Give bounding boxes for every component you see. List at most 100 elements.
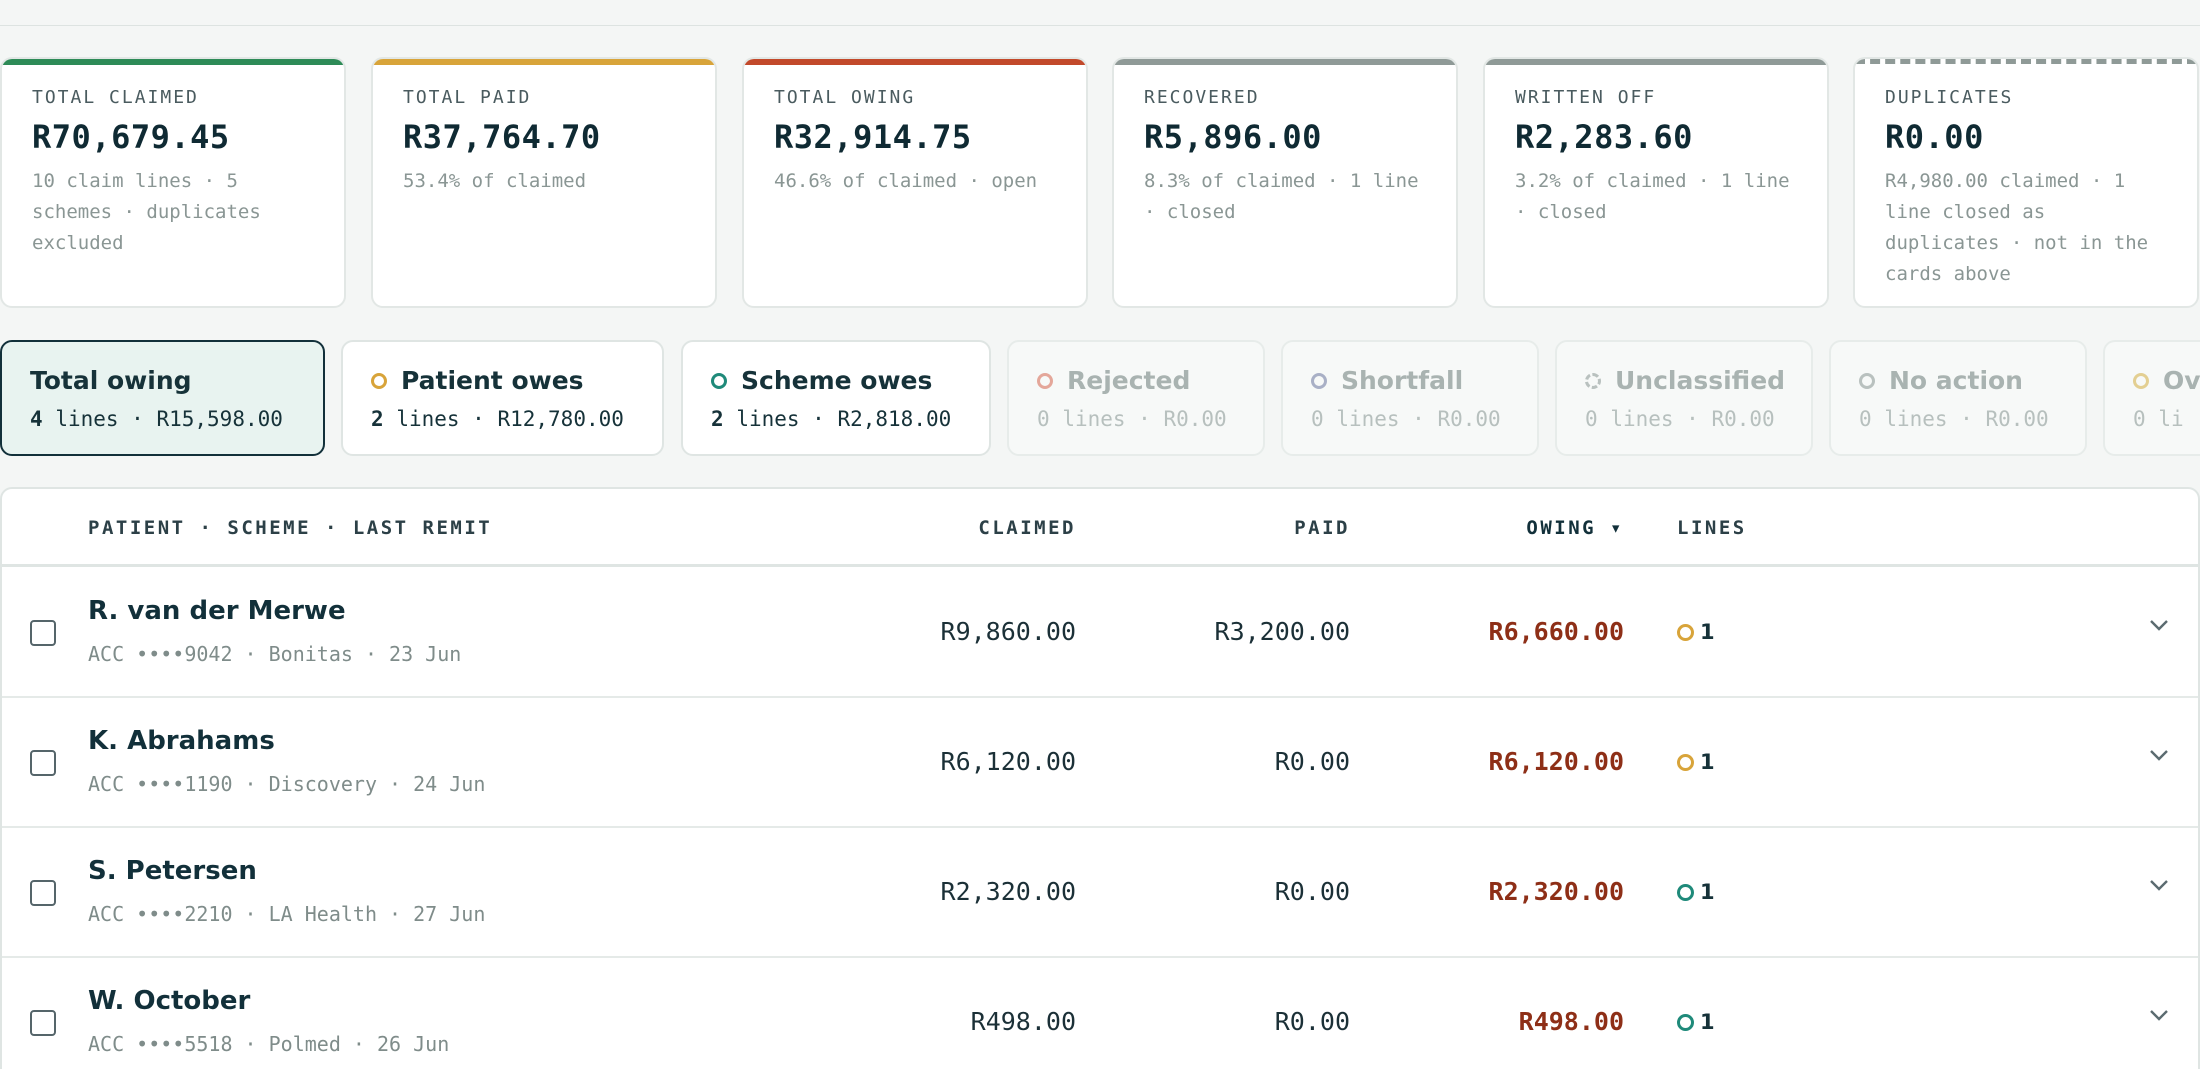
header-patient[interactable]: PATIENT · SCHEME · LAST REMIT bbox=[88, 517, 492, 539]
tab-unit: li bbox=[2158, 407, 2184, 431]
tab-title: Total owing bbox=[30, 366, 295, 395]
card-accent-bar bbox=[373, 59, 715, 65]
header-owing-sorted[interactable]: OWING ▾ bbox=[1424, 517, 1624, 539]
lines-count: 1 bbox=[1677, 880, 1715, 904]
card-subtext: 53.4% of claimed bbox=[403, 170, 587, 192]
lines-value: 1 bbox=[1700, 1010, 1715, 1034]
tab-title-text: Patient owes bbox=[401, 366, 584, 395]
tab-title: Patient owes bbox=[371, 366, 634, 395]
card-label: WRITTEN OFF bbox=[1515, 87, 1657, 108]
patient-meta: ACC ••••5518 · Polmed · 26 Jun bbox=[88, 1032, 450, 1056]
tab-summary: 0 lines · R0.00 bbox=[1859, 407, 2049, 431]
row-checkbox[interactable] bbox=[30, 750, 56, 776]
tab-title: Scheme owes bbox=[711, 366, 961, 395]
patient-meta: ACC ••••1190 · Discovery · 24 Jun bbox=[88, 772, 486, 796]
status-dot-icon bbox=[1677, 753, 1694, 771]
patient-meta: ACC ••••2210 · LA Health · 27 Jun bbox=[88, 902, 486, 926]
tab-count: 0 bbox=[2133, 407, 2146, 431]
table-header: PATIENT · SCHEME · LAST REMIT CLAIMED PA… bbox=[2, 489, 2198, 567]
tab-amount: R12,780.00 bbox=[497, 407, 624, 431]
tab-count: 2 bbox=[371, 407, 384, 431]
owing-amount: R6,120.00 bbox=[1488, 747, 1624, 776]
claimed-amount: R6,120.00 bbox=[940, 747, 1076, 776]
header-lines[interactable]: LINES bbox=[1677, 517, 1747, 539]
tab-total-owing[interactable]: Total owing 4 lines · R15,598.00 bbox=[0, 340, 325, 456]
table-row[interactable]: S. Petersen ACC ••••2210 · LA Health · 2… bbox=[2, 828, 2198, 958]
tab-summary: 0 lines · R0.00 bbox=[1037, 407, 1227, 431]
header-claimed[interactable]: CLAIMED bbox=[876, 517, 1076, 539]
tab-unit: lines bbox=[736, 407, 800, 431]
card-label: TOTAL CLAIMED bbox=[32, 87, 199, 108]
chevron-down-icon[interactable] bbox=[2148, 744, 2170, 766]
tab-count: 0 bbox=[1859, 407, 1872, 431]
row-checkbox[interactable] bbox=[30, 1010, 56, 1036]
tab-count: 0 bbox=[1585, 407, 1598, 431]
card-total-owing: TOTAL OWING R32,914.75 46.6% of claimed … bbox=[742, 57, 1088, 308]
tab-rejected[interactable]: Rejected 0 lines · R0.00 bbox=[1007, 340, 1265, 456]
chevron-down-icon[interactable] bbox=[2148, 614, 2170, 636]
tab-title: Unclassified bbox=[1585, 366, 1786, 395]
chevron-down-icon[interactable] bbox=[2148, 874, 2170, 896]
card-accent-bar bbox=[744, 59, 1086, 65]
tab-summary: 2 lines · R2,818.00 bbox=[711, 407, 952, 431]
tab-scheme-owes[interactable]: Scheme owes 2 lines · R2,818.00 bbox=[681, 340, 991, 456]
lines-count: 1 bbox=[1677, 620, 1715, 644]
lines-value: 1 bbox=[1700, 620, 1715, 644]
card-duplicates: DUPLICATES R0.00 R4,980.00 claimed · 1 l… bbox=[1853, 57, 2199, 308]
tab-unclassified[interactable]: Unclassified 0 lines · R0.00 bbox=[1555, 340, 1813, 456]
lines-count: 1 bbox=[1677, 1010, 1715, 1034]
chevron-down-icon[interactable] bbox=[2148, 1004, 2170, 1026]
tab-count: 0 bbox=[1037, 407, 1050, 431]
row-checkbox[interactable] bbox=[30, 880, 56, 906]
tab-title-text: Total owing bbox=[30, 366, 192, 395]
table-row[interactable]: R. van der Merwe ACC ••••9042 · Bonitas … bbox=[2, 568, 2198, 698]
table-row[interactable]: K. Abrahams ACC ••••1190 · Discovery · 2… bbox=[2, 698, 2198, 828]
tab-summary: 2 lines · R12,780.00 bbox=[371, 407, 624, 431]
tab-count: 0 bbox=[1311, 407, 1324, 431]
claimed-amount: R498.00 bbox=[970, 1007, 1076, 1036]
tab-overflow[interactable]: Ov 0 li bbox=[2103, 340, 2200, 456]
card-accent-bar bbox=[2, 59, 344, 65]
lines-value: 1 bbox=[1700, 880, 1715, 904]
status-dot-icon bbox=[1859, 372, 1875, 389]
card-total-claimed: TOTAL CLAIMED R70,679.45 10 claim lines … bbox=[0, 57, 346, 308]
status-dot-icon bbox=[1677, 1013, 1694, 1031]
patient-name: K. Abrahams bbox=[88, 726, 275, 756]
summary-cards: TOTAL CLAIMED R70,679.45 10 claim lines … bbox=[0, 57, 2200, 308]
tab-no-action[interactable]: No action 0 lines · R0.00 bbox=[1829, 340, 2087, 456]
header-paid[interactable]: PAID bbox=[1150, 517, 1350, 539]
tab-amount: R0.00 bbox=[1985, 407, 2049, 431]
claimed-amount: R9,860.00 bbox=[940, 617, 1076, 646]
patient-name: S. Petersen bbox=[88, 856, 257, 886]
patient-name: W. October bbox=[88, 986, 251, 1016]
card-value: R32,914.75 bbox=[774, 118, 972, 156]
status-dot-icon bbox=[1677, 883, 1694, 901]
row-checkbox[interactable] bbox=[30, 620, 56, 646]
card-label: DUPLICATES bbox=[1885, 87, 2014, 108]
tab-title: No action bbox=[1859, 366, 2057, 395]
tab-patient-owes[interactable]: Patient owes 2 lines · R12,780.00 bbox=[341, 340, 664, 456]
tab-summary: 0 li bbox=[2133, 407, 2184, 431]
tab-title-text: Unclassified bbox=[1615, 366, 1786, 395]
tab-unit: lines bbox=[1062, 407, 1126, 431]
status-dot-icon bbox=[1585, 372, 1601, 389]
card-value: R2,283.60 bbox=[1515, 118, 1693, 156]
table-row[interactable]: W. October ACC ••••5518 · Polmed · 26 Ju… bbox=[2, 958, 2198, 1069]
status-dot-icon bbox=[1037, 372, 1053, 389]
tab-title-text: Ov bbox=[2163, 366, 2200, 395]
patient-name: R. van der Merwe bbox=[88, 596, 346, 626]
paid-amount: R0.00 bbox=[1274, 747, 1350, 776]
tab-summary: 0 lines · R0.00 bbox=[1585, 407, 1775, 431]
tab-title: Shortfall bbox=[1311, 366, 1509, 395]
card-value: R5,896.00 bbox=[1144, 118, 1322, 156]
tab-unit: lines bbox=[55, 407, 119, 431]
card-accent-bar bbox=[1114, 59, 1456, 65]
tab-amount: R0.00 bbox=[1163, 407, 1227, 431]
tab-shortfall[interactable]: Shortfall 0 lines · R0.00 bbox=[1281, 340, 1539, 456]
card-recovered: RECOVERED R5,896.00 8.3% of claimed · 1 … bbox=[1112, 57, 1458, 308]
status-dot-icon bbox=[1677, 623, 1694, 641]
tab-count: 2 bbox=[711, 407, 724, 431]
tab-amount: R0.00 bbox=[1437, 407, 1501, 431]
status-dot-icon bbox=[711, 372, 727, 389]
card-value: R37,764.70 bbox=[403, 118, 601, 156]
